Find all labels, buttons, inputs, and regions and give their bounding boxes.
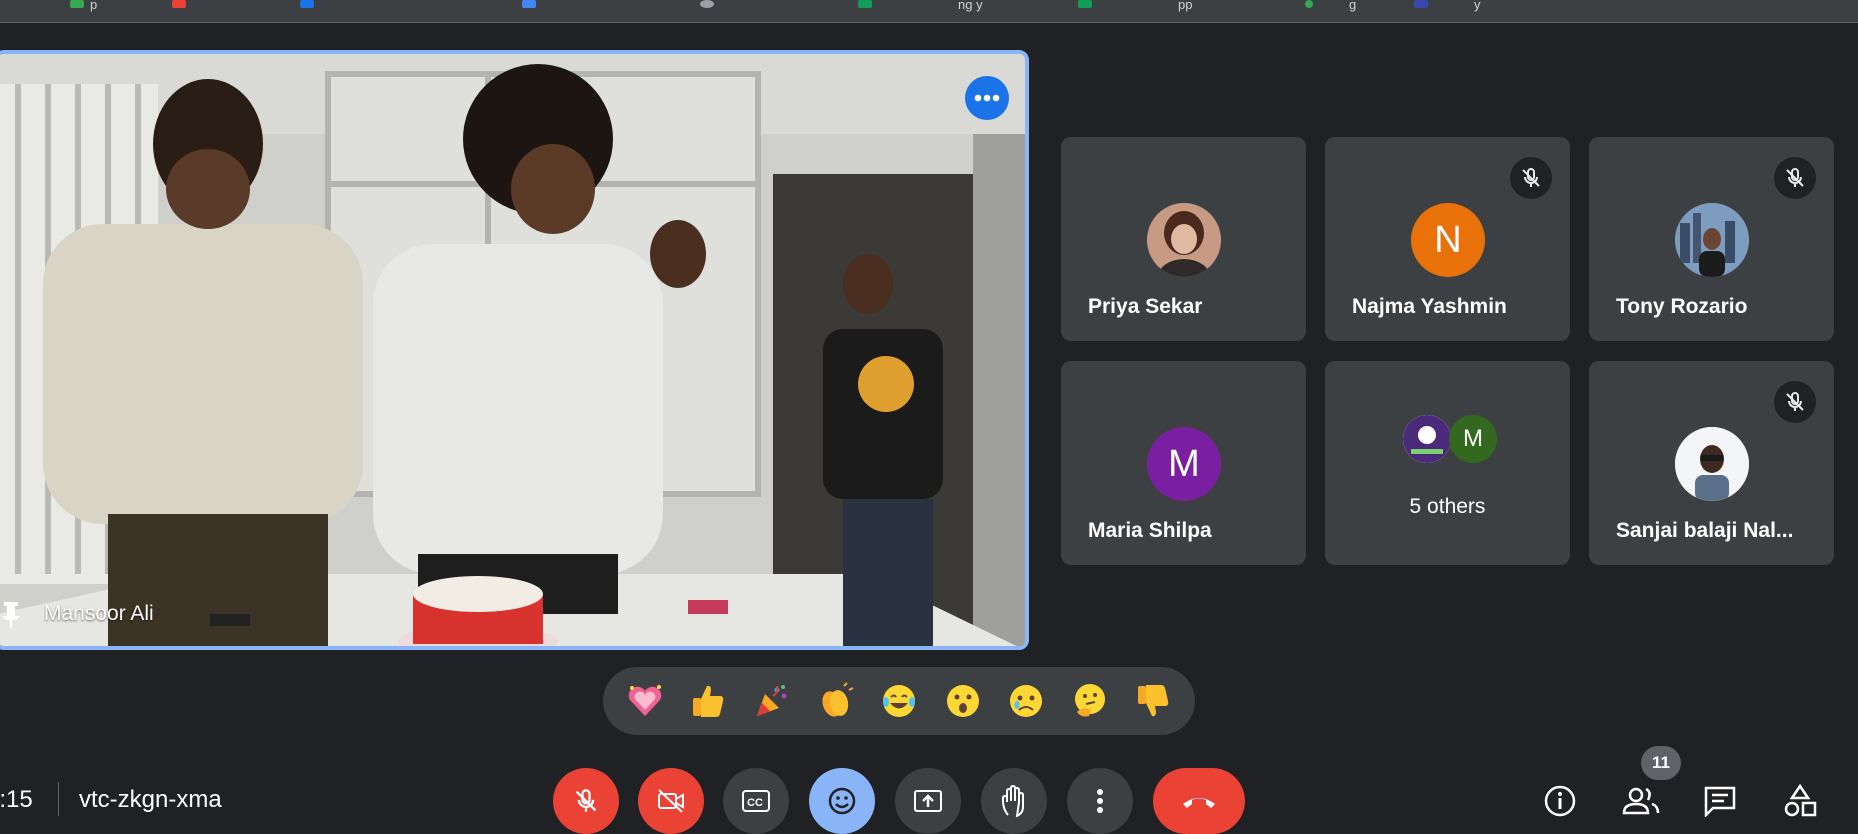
- avatar: [1675, 427, 1749, 501]
- leave-call-button[interactable]: [1153, 768, 1245, 834]
- reactions-button[interactable]: [809, 768, 875, 834]
- bookmarks-bar: p ng y pp g y: [0, 0, 1858, 23]
- avatar-letter: M: [1463, 425, 1483, 452]
- activities-icon: [1784, 784, 1817, 817]
- avatar-letter: N: [1434, 218, 1462, 261]
- reactions-bar: [603, 667, 1195, 735]
- meeting-code: vtc-zkgn-xma: [79, 786, 222, 813]
- bookmark-item[interactable]: y: [1414, 0, 1481, 12]
- bookmark-icon: [1414, 0, 1428, 8]
- camera-off-icon: [658, 789, 684, 813]
- avatar: M: [1449, 415, 1497, 463]
- emoji-icon: [828, 787, 856, 815]
- participant-count-badge: 11: [1641, 746, 1681, 780]
- mic-off-icon: [1786, 168, 1804, 187]
- bookmark-item[interactable]: [700, 0, 714, 8]
- captions-button[interactable]: CC: [723, 768, 789, 834]
- raise-hand-button[interactable]: [981, 768, 1047, 834]
- mic-muted-indicator: [1510, 157, 1552, 199]
- mic-off-icon: [1786, 392, 1804, 411]
- meeting-clock: 5:15: [0, 786, 33, 813]
- video-feed: [0, 54, 1025, 646]
- mic-toggle-button[interactable]: [553, 768, 619, 834]
- mic-off-icon: [575, 789, 597, 812]
- raise-hand-icon: [1002, 785, 1024, 817]
- more-vert-icon: [1097, 789, 1103, 813]
- participants-button[interactable]: [1617, 777, 1665, 825]
- bookmark-item[interactable]: pp: [1078, 0, 1192, 12]
- more-options-button[interactable]: [1067, 768, 1133, 834]
- participant-name: Tony Rozario: [1616, 295, 1748, 318]
- avatar: M: [1147, 427, 1221, 501]
- reaction-party-popper-icon[interactable]: [749, 678, 795, 724]
- bookmark-label: p: [90, 0, 98, 12]
- pin-icon[interactable]: [2, 602, 20, 628]
- avatar-letter: M: [1168, 442, 1200, 485]
- bookmark-item[interactable]: ng y: [858, 0, 983, 12]
- bookmark-icon: [70, 0, 84, 8]
- bookmark-item[interactable]: [300, 0, 314, 8]
- participant-tile[interactable]: N Najma Yashmin: [1325, 137, 1570, 341]
- avatar: N: [1411, 203, 1485, 277]
- bookmark-icon: [858, 0, 872, 8]
- bookmark-icon: [172, 0, 186, 8]
- reaction-thumbs-up-icon[interactable]: [685, 678, 731, 724]
- participant-tile[interactable]: Tony Rozario: [1589, 137, 1834, 341]
- bookmark-label: ng y: [958, 0, 983, 12]
- present-screen-button[interactable]: [895, 768, 961, 834]
- chat-button[interactable]: [1696, 777, 1744, 825]
- activities-button[interactable]: [1776, 777, 1824, 825]
- bookmark-icon: [700, 0, 714, 8]
- bookmark-item[interactable]: [172, 0, 186, 8]
- avatar: [1675, 203, 1749, 277]
- bookmark-icon: [300, 0, 314, 8]
- present-icon: [914, 790, 942, 812]
- meeting-details-button[interactable]: [1536, 777, 1584, 825]
- captions-icon: CC: [742, 790, 770, 812]
- participant-name: Najma Yashmin: [1352, 295, 1507, 318]
- others-tile[interactable]: M 5 others: [1325, 361, 1570, 565]
- avatar: [1403, 415, 1451, 463]
- bookmark-label: pp: [1178, 0, 1193, 12]
- bookmark-icon: [1305, 0, 1313, 8]
- mic-muted-indicator: [1774, 157, 1816, 199]
- people-icon: [1622, 787, 1660, 815]
- camera-toggle-button[interactable]: [638, 768, 704, 834]
- reaction-laughing-icon[interactable]: [876, 678, 922, 724]
- reaction-thinking-icon[interactable]: [1067, 678, 1113, 724]
- more-options-button[interactable]: [965, 76, 1009, 120]
- participant-name: Priya Sekar: [1088, 295, 1203, 318]
- chat-icon: [1704, 786, 1736, 817]
- bookmark-icon: [522, 0, 536, 8]
- svg-text:CC: CC: [747, 797, 763, 809]
- participant-tile[interactable]: Sanjai balaji Nal...: [1589, 361, 1834, 565]
- reaction-surprised-icon[interactable]: [940, 678, 986, 724]
- bookmark-item[interactable]: [522, 0, 536, 8]
- avatar: [1147, 203, 1221, 277]
- info-icon: [1544, 785, 1576, 817]
- others-count-label: 5 others: [1409, 495, 1486, 518]
- reaction-sparkling-heart-icon[interactable]: [622, 678, 668, 724]
- bookmark-icon: [1078, 0, 1092, 8]
- participant-tile[interactable]: Priya Sekar: [1061, 137, 1306, 341]
- mic-off-icon: [1522, 168, 1540, 187]
- participant-tile[interactable]: M Maria Shilpa: [1061, 361, 1306, 565]
- bookmark-label: y: [1474, 0, 1481, 12]
- main-video-tile[interactable]: Mansoor Ali: [0, 50, 1029, 650]
- participant-name: Maria Shilpa: [1088, 519, 1212, 542]
- mic-muted-indicator: [1774, 381, 1816, 423]
- bookmark-label: g: [1349, 0, 1357, 12]
- end-call-icon: [1183, 798, 1215, 808]
- more-horiz-icon: [974, 94, 1000, 102]
- bookmark-item[interactable]: p: [70, 0, 97, 12]
- bookmark-item[interactable]: g: [1305, 0, 1356, 12]
- reaction-thumbs-down-icon[interactable]: [1130, 678, 1176, 724]
- reaction-crying-icon[interactable]: [1003, 678, 1049, 724]
- participant-name: Sanjai balaji Nal...: [1616, 519, 1794, 542]
- main-participant-name: Mansoor Ali: [44, 602, 154, 625]
- reaction-clapping-hands-icon[interactable]: [812, 678, 858, 724]
- divider: [58, 782, 59, 816]
